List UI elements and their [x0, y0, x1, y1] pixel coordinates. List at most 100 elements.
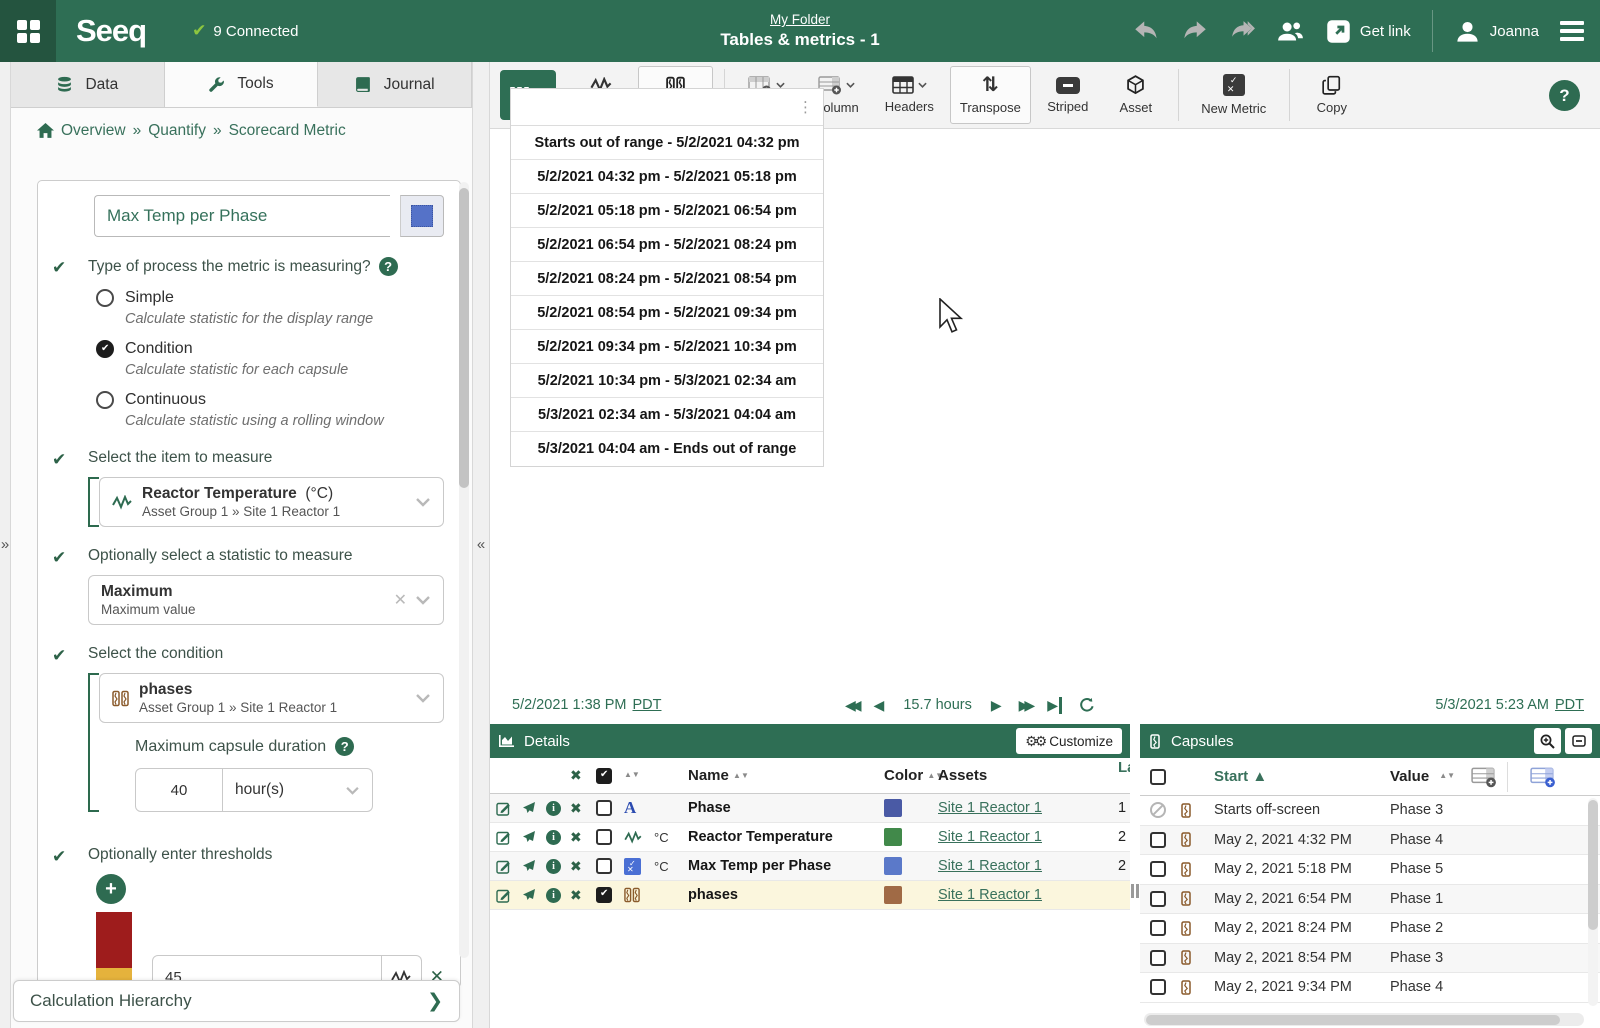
ellipsis-menu-icon[interactable]: ⋮	[798, 98, 813, 116]
help-question-icon[interactable]: ?	[379, 257, 398, 276]
details-row-selected[interactable]: i ✖ phases Site 1 Reactor 1	[490, 881, 1130, 910]
redo-icon[interactable]	[1181, 18, 1208, 45]
capsule-row[interactable]: May 2, 2021 9:34 PM Phase 4	[1140, 973, 1600, 1003]
table-row[interactable]: 5/2/2021 04:32 pm - 5/2/2021 05:18 pm	[511, 160, 823, 194]
remove-icon[interactable]: ✖	[570, 858, 596, 875]
row-checkbox[interactable]	[1150, 920, 1166, 936]
table-row[interactable]: 5/2/2021 09:34 pm - 5/2/2021 10:34 pm	[511, 330, 823, 364]
collapse-tools-panel-handle[interactable]: «	[472, 62, 490, 1028]
item-select[interactable]: Reactor Temperature (°C) Asset Group 1 »…	[99, 477, 444, 527]
table-row[interactable]: 5/3/2021 02:34 am - 5/3/2021 04:04 am	[511, 398, 823, 432]
toolbar-headers-button[interactable]: Headers	[875, 66, 944, 124]
table-row[interactable]: 5/2/2021 08:24 pm - 5/2/2021 08:54 pm	[511, 262, 823, 296]
table-header-cell[interactable]: ⋮	[511, 89, 823, 126]
rocket-icon[interactable]	[522, 830, 546, 844]
range-end[interactable]: 5/3/2021 5:23 AMPDT	[1435, 697, 1584, 713]
edit-icon[interactable]	[496, 888, 522, 903]
row-checkbox[interactable]	[596, 887, 612, 903]
info-icon[interactable]: i	[546, 859, 561, 874]
undo-icon[interactable]	[1133, 18, 1160, 45]
remove-icon[interactable]: ✖	[570, 800, 596, 817]
asset-link[interactable]: Site 1 Reactor 1	[938, 829, 1118, 845]
sort-icon[interactable]: ▲▼	[1439, 774, 1455, 779]
breadcrumb-overview[interactable]: Overview	[61, 122, 126, 140]
folder-breadcrumb-link[interactable]: My Folder	[770, 12, 830, 27]
metric-name-input[interactable]	[94, 195, 390, 237]
table-row[interactable]: 5/2/2021 05:18 pm - 5/2/2021 06:54 pm	[511, 194, 823, 228]
remove-all-icon[interactable]: ✖	[570, 767, 596, 784]
asset-link[interactable]: Site 1 Reactor 1	[938, 800, 1118, 816]
breadcrumb-quantify[interactable]: Quantify	[148, 122, 206, 140]
tab-journal[interactable]: Journal	[318, 62, 472, 107]
range-duration[interactable]: 15.7 hours	[903, 697, 972, 713]
add-threshold-button[interactable]: +	[96, 874, 126, 904]
clear-statistic-icon[interactable]: ✕	[394, 590, 407, 610]
edit-icon[interactable]	[496, 801, 522, 816]
step-back-double-icon[interactable]: ◀◀	[845, 697, 857, 714]
color-swatch[interactable]	[884, 857, 902, 875]
select-all-checkbox[interactable]	[596, 768, 612, 784]
share-forward-icon[interactable]	[1229, 18, 1256, 45]
capsules-vertical-scrollbar[interactable]	[1588, 798, 1598, 1006]
add-property-column-icon[interactable]	[1530, 766, 1556, 788]
toolbar-striped-button[interactable]: Striped	[1037, 66, 1099, 124]
capsule-row[interactable]: May 2, 2021 6:54 PM Phase 1	[1140, 885, 1600, 915]
step-back-icon[interactable]: ◀	[874, 697, 885, 714]
threshold-high-color[interactable]	[96, 912, 132, 968]
toolbar-new-metric-button[interactable]: ✓✕ New Metric	[1190, 66, 1278, 124]
rocket-icon[interactable]	[522, 801, 546, 815]
duration-unit-select[interactable]: hour(s)	[223, 768, 373, 812]
info-icon[interactable]: i	[546, 801, 561, 816]
color-swatch[interactable]	[884, 799, 902, 817]
timezone-link[interactable]: PDT	[1555, 697, 1584, 713]
refresh-icon[interactable]	[1079, 697, 1095, 713]
tab-tools[interactable]: Tools	[165, 62, 319, 107]
table-row[interactable]: 5/2/2021 08:54 pm - 5/2/2021 09:34 pm	[511, 296, 823, 330]
row-checkbox[interactable]	[596, 829, 612, 845]
info-icon[interactable]: i	[546, 830, 561, 845]
timezone-link[interactable]: PDT	[632, 697, 661, 713]
table-row[interactable]: Starts out of range - 5/2/2021 04:32 pm	[511, 126, 823, 160]
range-start[interactable]: 5/2/2021 1:38 PMPDT	[512, 697, 661, 713]
add-column-icon[interactable]	[1471, 766, 1497, 788]
details-row[interactable]: i ✖ °C Reactor Temperature Site 1 Reacto…	[490, 823, 1130, 852]
collapse-panel-button[interactable]	[1565, 728, 1592, 754]
step-forward-icon[interactable]: ▶	[991, 697, 1002, 714]
capsule-duration-input[interactable]	[135, 768, 223, 812]
capsule-row[interactable]: May 2, 2021 8:24 PM Phase 2	[1140, 914, 1600, 944]
select-all-checkbox[interactable]	[1150, 769, 1166, 785]
table-row[interactable]: 5/3/2021 04:04 am - Ends out of range	[511, 432, 823, 466]
capsule-row[interactable]: May 2, 2021 5:18 PM Phase 5	[1140, 855, 1600, 885]
user-menu[interactable]: Joanna	[1454, 18, 1539, 45]
capsule-row[interactable]: Starts off-screen Phase 3	[1140, 796, 1600, 826]
lane-column-header[interactable]: Lane ▲	[1118, 759, 1130, 793]
customize-button[interactable]: ⚙⚙ Customize	[1016, 728, 1122, 754]
help-button[interactable]: ?	[1549, 80, 1580, 111]
edit-icon[interactable]	[496, 859, 522, 874]
toolbar-transpose-button[interactable]: ⇅ Transpose	[950, 66, 1031, 124]
asset-link[interactable]: Site 1 Reactor 1	[938, 858, 1118, 874]
row-checkbox[interactable]	[1150, 950, 1166, 966]
capsule-row[interactable]: May 2, 2021 4:32 PM Phase 4	[1140, 826, 1600, 856]
statistic-select[interactable]: Maximum Maximum value ✕	[88, 575, 444, 625]
row-checkbox[interactable]	[1150, 979, 1166, 995]
sort-icon[interactable]: ▲▼	[624, 773, 654, 778]
rocket-icon[interactable]	[522, 859, 546, 873]
color-swatch[interactable]	[884, 886, 902, 904]
info-icon[interactable]: i	[546, 888, 561, 903]
remove-icon[interactable]: ✖	[570, 887, 596, 904]
row-checkbox[interactable]	[596, 858, 612, 874]
step-forward-double-icon[interactable]: ▶▶	[1019, 697, 1031, 714]
help-question-icon[interactable]: ?	[335, 737, 354, 756]
table-row[interactable]: 5/2/2021 06:54 pm - 5/2/2021 08:24 pm	[511, 228, 823, 262]
calculation-hierarchy-bar[interactable]: Calculation Hierarchy ❯	[13, 980, 460, 1022]
edit-icon[interactable]	[496, 830, 522, 845]
hamburger-menu-icon[interactable]	[1560, 21, 1584, 41]
start-column-header[interactable]: Start ▲	[1214, 768, 1390, 785]
step-to-end-icon[interactable]: ▶	[1047, 697, 1062, 714]
row-checkbox[interactable]	[1150, 832, 1166, 848]
radio-simple[interactable]: Simple	[96, 289, 444, 307]
radio-continuous[interactable]: Continuous	[96, 391, 444, 409]
remove-icon[interactable]: ✖	[570, 829, 596, 846]
condition-select[interactable]: phases Asset Group 1 » Site 1 Reactor 1	[99, 673, 444, 723]
